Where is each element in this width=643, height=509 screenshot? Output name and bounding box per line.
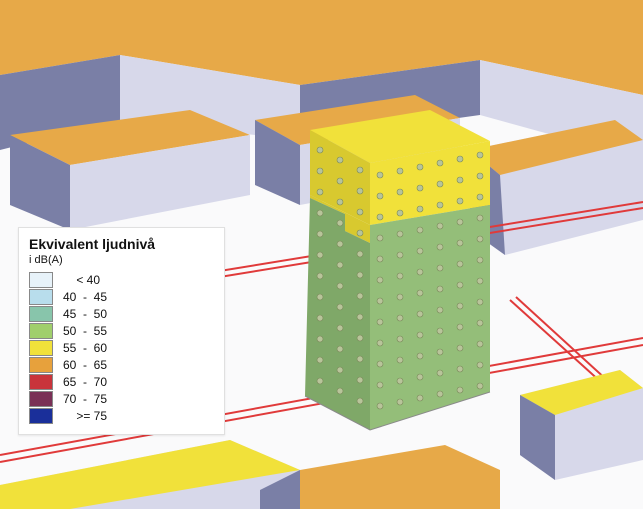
legend-row: < 40 (29, 272, 214, 288)
legend-swatch (29, 391, 53, 407)
legend-row: 40 - 45 (29, 289, 214, 305)
legend-label: >= 75 (63, 409, 107, 423)
legend-subtitle: i dB(A) (29, 254, 214, 266)
legend-swatch (29, 272, 53, 288)
legend-title: Ekvivalent ljudnivå (29, 236, 214, 252)
legend-swatch (29, 306, 53, 322)
legend-swatch (29, 323, 53, 339)
legend-swatch (29, 408, 53, 424)
legend-swatch (29, 289, 53, 305)
legend-swatch (29, 340, 53, 356)
legend-label: 60 - 65 (63, 358, 107, 372)
legend-label: 55 - 60 (63, 341, 107, 355)
legend-row: 70 - 75 (29, 391, 214, 407)
legend-label: 65 - 70 (63, 375, 107, 389)
legend-row: 50 - 55 (29, 323, 214, 339)
legend-row: 65 - 70 (29, 374, 214, 390)
legend-row: >= 75 (29, 408, 214, 424)
legend-label: 40 - 45 (63, 290, 107, 304)
legend-swatch (29, 374, 53, 390)
legend-swatch (29, 357, 53, 373)
legend-row: 60 - 65 (29, 357, 214, 373)
legend-label: 70 - 75 (63, 392, 107, 406)
legend-label: 50 - 55 (63, 324, 107, 338)
legend-row: 55 - 60 (29, 340, 214, 356)
legend-row: 45 - 50 (29, 306, 214, 322)
legend-panel: Ekvivalent ljudnivå i dB(A) < 40 40 - 45 4… (18, 227, 225, 435)
legend-label: 45 - 50 (63, 307, 107, 321)
legend-label: < 40 (63, 273, 100, 287)
legend-rows: < 40 40 - 45 45 - 50 50 - 55 55 - 60 60 - 65 6… (29, 272, 214, 424)
